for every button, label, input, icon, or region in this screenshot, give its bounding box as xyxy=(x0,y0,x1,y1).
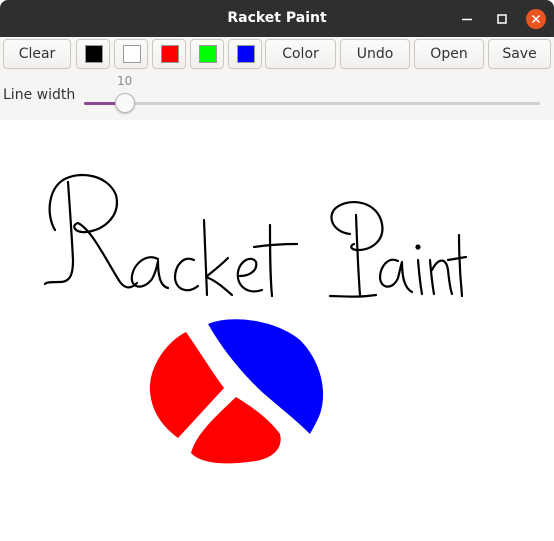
white-color-button[interactable] xyxy=(114,39,148,69)
blue-color-button[interactable] xyxy=(228,39,262,69)
handwriting-strokes xyxy=(43,173,468,298)
red-color-button[interactable] xyxy=(152,39,186,69)
maximize-icon[interactable] xyxy=(492,9,512,29)
close-icon[interactable] xyxy=(526,9,546,29)
white-swatch xyxy=(123,45,141,63)
line-width-value: 10 xyxy=(117,74,133,88)
color-picker-button[interactable]: Color xyxy=(265,39,336,69)
blue-swatch xyxy=(237,45,255,63)
line-width-slider-handle[interactable] xyxy=(115,93,135,113)
undo-button[interactable]: Undo xyxy=(340,39,410,69)
clear-button[interactable]: Clear xyxy=(3,39,71,69)
drawing-canvas[interactable] xyxy=(0,120,554,537)
green-swatch xyxy=(199,45,217,63)
black-swatch xyxy=(85,45,103,63)
line-width-slider[interactable] xyxy=(84,93,540,113)
line-width-label: Line width xyxy=(3,87,76,103)
green-color-button[interactable] xyxy=(190,39,224,69)
open-button[interactable]: Open xyxy=(414,39,484,69)
minimize-icon[interactable] xyxy=(457,9,477,29)
title-bar: Racket Paint xyxy=(0,0,554,37)
toolbar: Clear Color Undo Open Save Line width 10 xyxy=(0,37,554,120)
black-color-button[interactable] xyxy=(76,39,110,69)
save-button[interactable]: Save xyxy=(488,39,551,69)
red-swatch xyxy=(161,45,179,63)
